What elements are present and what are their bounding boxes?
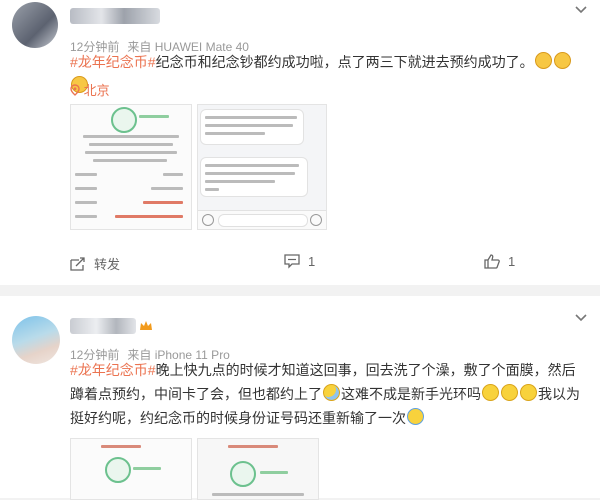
laughing-emoji-icon	[501, 384, 518, 401]
topic-link[interactable]: #龙年纪念币#	[70, 362, 156, 378]
username-blurred[interactable]	[70, 8, 160, 24]
cat-face-icon	[553, 52, 571, 69]
share-label: 转发	[94, 257, 121, 272]
chevron-down-icon[interactable]	[574, 310, 588, 326]
post-text: #龙年纪念币#晚上快九点的时候才知道这回事，回去洗了个澡，敷了个面膜，然后蹲着点…	[70, 358, 588, 430]
like-button[interactable]: 1	[484, 254, 515, 269]
location-link[interactable]: 北京	[70, 80, 110, 99]
post-body: 纪念币和纪念钞都约成功啦，点了两三下就进去预约成功了。	[155, 54, 534, 70]
chevron-down-icon[interactable]	[574, 2, 588, 18]
check-circle-icon	[230, 461, 256, 487]
laughing-emoji-icon	[520, 384, 537, 401]
post-text: #龙年纪念币#纪念币和纪念钞都约成功啦，点了两三下就进去预约成功了。	[70, 50, 588, 98]
comment-button[interactable]: 1	[284, 254, 315, 269]
weibo-post: 12分钟前 来自 HUAWEI Mate 40 #龙年纪念币#纪念币和纪念钞都约成…	[0, 0, 600, 285]
avatar[interactable]	[12, 316, 60, 364]
comment-icon	[284, 254, 300, 269]
post-image[interactable]	[197, 438, 319, 500]
post-image[interactable]	[70, 438, 192, 500]
location-text: 北京	[83, 83, 110, 98]
share-icon	[70, 256, 85, 271]
laughing-emoji-icon	[482, 384, 499, 401]
location-pin-icon	[70, 84, 80, 96]
avatar[interactable]	[12, 2, 58, 48]
vip-crown-icon	[139, 320, 153, 335]
post-image[interactable]	[197, 104, 327, 230]
post-body-part2: 这难不成是新手光环吗	[341, 386, 481, 402]
post-image[interactable]	[70, 104, 192, 230]
sweat-emoji-icon	[323, 384, 340, 401]
check-circle-icon	[105, 457, 131, 483]
topic-link[interactable]: #龙年纪念币#	[70, 54, 156, 70]
share-button[interactable]: 转发	[70, 254, 120, 273]
check-circle-icon	[111, 107, 137, 133]
like-count: 1	[508, 254, 516, 269]
username-blurred[interactable]	[70, 318, 136, 334]
crying-laugh-emoji-icon	[407, 408, 424, 425]
comment-count: 1	[308, 254, 316, 269]
thumbs-up-icon	[484, 254, 500, 269]
cat-face-icon	[534, 52, 552, 69]
